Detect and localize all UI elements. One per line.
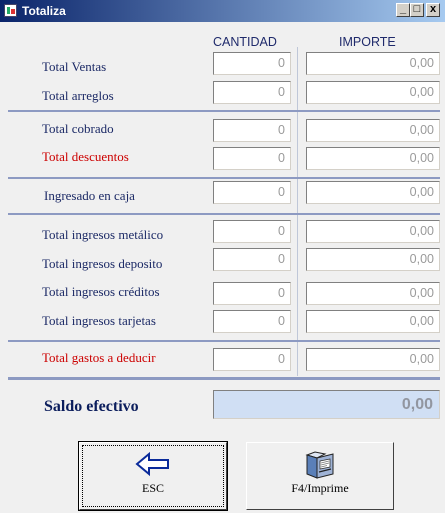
label-total-arreglos: Total arreglos [42,88,114,103]
section-divider [8,110,440,112]
qty-total-cobrado[interactable]: 0 [213,119,291,142]
column-header-cantidad: CANTIDAD [213,35,277,49]
saldo-efectivo-value: 0,00 [213,390,440,419]
column-divider [297,47,298,376]
label-total-gastos-a-deducir: Total gastos a deducir [42,350,156,365]
section-divider [8,213,440,215]
label-total-ingresos-creditos: Total ingresos créditos [42,284,160,299]
label-total-ingresos-tarjetas: Total ingresos tarjetas [42,313,156,328]
saldo-efectivo-label: Saldo efectivo [44,398,139,415]
column-header-importe: IMPORTE [339,35,396,49]
qty-total-ingresos-deposito[interactable]: 0 [213,248,291,271]
label-total-ingresos-metalico: Total ingresos metálico [42,227,164,242]
qty-total-gastos-a-deducir[interactable]: 0 [213,348,291,371]
maximize-button[interactable]: □ [410,3,424,17]
label-total-cobrado: Total cobrado [42,121,114,136]
qty-ingresado-en-caja[interactable]: 0 [213,181,291,204]
label-ingresado-en-caja: Ingresado en caja [44,188,135,203]
amount-total-gastos-a-deducir[interactable]: 0,00 [306,348,440,371]
amount-total-ingresos-metalico[interactable]: 0,00 [306,220,440,243]
qty-total-ingresos-tarjetas[interactable]: 0 [213,310,291,333]
minimize-button[interactable]: _ [396,3,410,17]
label-total-ventas: Total Ventas [42,59,107,74]
amount-total-ventas[interactable]: 0,00 [306,52,440,75]
qty-total-ingresos-metalico[interactable]: 0 [213,220,291,243]
label-total-ingresos-deposito: Total ingresos deposito [42,256,163,271]
esc-button[interactable]: ESC [78,441,228,511]
section-divider [8,377,440,380]
print-button-label: F4/Imprime [291,481,349,495]
section-divider [8,177,440,179]
qty-total-arreglos[interactable]: 0 [213,81,291,104]
close-button[interactable]: x [426,3,440,17]
title-bar: Totaliza _ □ x [0,0,445,22]
printer-icon [305,451,334,479]
section-divider [8,340,440,342]
amount-ingresado-en-caja[interactable]: 0,00 [306,181,440,204]
print-button[interactable]: F4/Imprime [246,442,394,510]
app-icon [4,4,17,17]
amount-total-arreglos[interactable]: 0,00 [306,81,440,104]
qty-total-ingresos-creditos[interactable]: 0 [213,282,291,305]
label-total-descuentos: Total descuentos [42,149,129,164]
amount-total-ingresos-deposito[interactable]: 0,00 [306,248,440,271]
amount-total-cobrado[interactable]: 0,00 [306,119,440,142]
amount-total-descuentos[interactable]: 0,00 [306,147,440,170]
amount-total-ingresos-tarjetas[interactable]: 0,00 [306,310,440,333]
arrow-left-icon [135,451,169,477]
qty-total-descuentos[interactable]: 0 [213,147,291,170]
esc-button-label: ESC [141,481,164,495]
amount-total-ingresos-creditos[interactable]: 0,00 [306,282,440,305]
window-title: Totaliza [22,4,66,18]
qty-total-ventas[interactable]: 0 [213,52,291,75]
